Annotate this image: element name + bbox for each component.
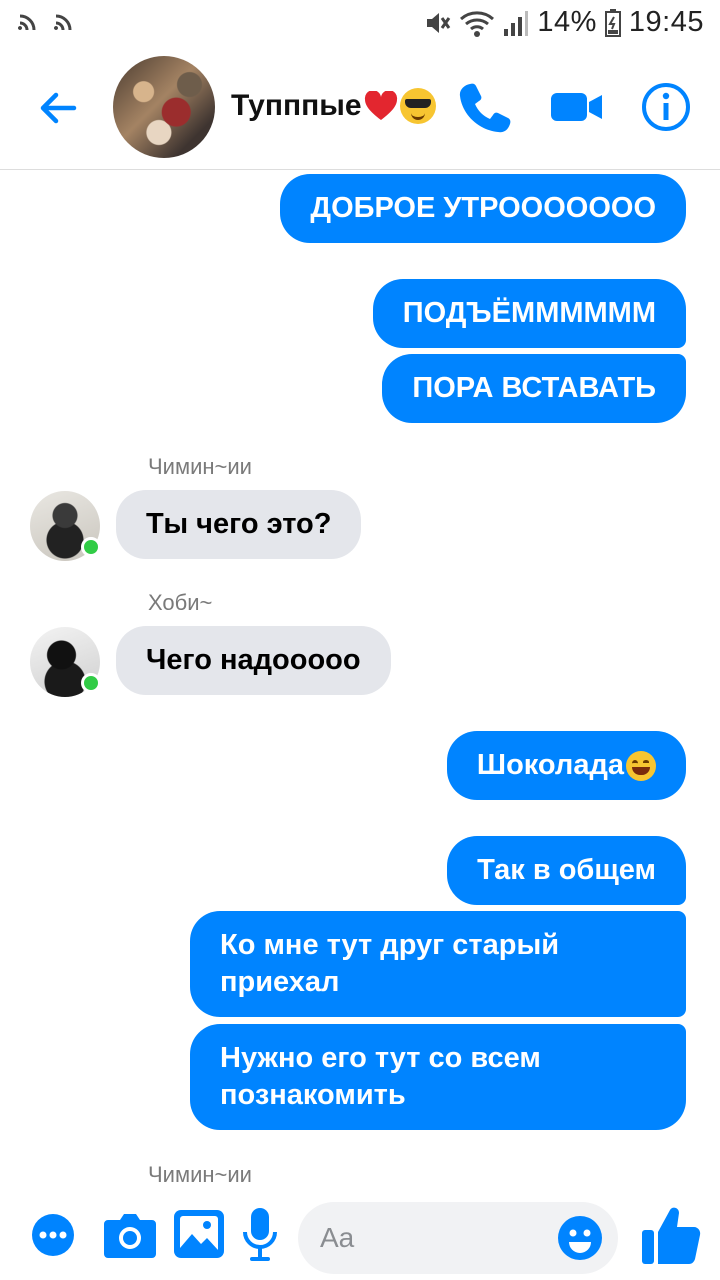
message-outgoing[interactable]: ПОДЪЁММММММ [372, 279, 686, 348]
phone-call-icon[interactable] [456, 78, 514, 136]
mute-icon [427, 12, 451, 33]
chat-title-text: Тупппые [231, 89, 362, 122]
microphone-icon[interactable] [240, 1206, 280, 1264]
camera-icon[interactable] [102, 1210, 158, 1260]
sunglasses-emoji-icon [399, 88, 436, 124]
chat-header: Тупппые [0, 48, 720, 170]
message-text: познакомить [220, 1079, 406, 1111]
clock: 19:45 [628, 6, 704, 38]
gallery-icon[interactable] [172, 1208, 226, 1260]
message-incoming[interactable]: Ты чего это? [116, 490, 362, 559]
message-outgoing[interactable]: ПОРА ВСТАВАТЬ [382, 354, 686, 423]
wifi-icon [460, 10, 495, 37]
message-text: ДОБРОЕ УТРООООООО [310, 192, 656, 224]
message-text: Ты чего это? [146, 508, 332, 540]
thumbs-up-icon[interactable] [640, 1202, 702, 1268]
message-outgoing[interactable]: Нужно его тут со всем познакомить [190, 1024, 686, 1130]
info-icon[interactable] [637, 78, 695, 136]
back-arrow-icon[interactable] [34, 82, 86, 134]
more-options-icon[interactable] [30, 1212, 76, 1258]
video-call-icon[interactable] [548, 78, 606, 136]
message-outgoing[interactable]: Ко мне тут друг старый приехал [190, 911, 686, 1017]
message-text: Нужно его тут со всем [220, 1042, 541, 1074]
message-input[interactable]: Aa [298, 1202, 618, 1274]
chat-title[interactable]: Тупппые [231, 88, 436, 124]
group-avatar[interactable] [113, 56, 215, 158]
online-status-dot [81, 673, 101, 693]
message-input-placeholder: Aa [320, 1222, 355, 1253]
sender-name: Чимин~ии [148, 454, 252, 479]
cast-icon [18, 14, 36, 31]
emoji-picker-icon[interactable] [556, 1214, 604, 1262]
message-outgoing[interactable]: Так в общем [447, 836, 686, 905]
message-text: Ко мне тут друг старый [220, 929, 560, 961]
signal-icon [504, 10, 529, 36]
sender-name: Чимин~ии [148, 1162, 252, 1187]
message-incoming[interactable]: Чего надооооо [116, 626, 391, 695]
laughing-emoji-icon [626, 751, 656, 782]
battery-icon [604, 8, 621, 37]
heart-emoji-icon [364, 91, 397, 120]
message-text: Шоколада [476, 749, 624, 781]
message-outgoing[interactable]: Шоколада [446, 731, 686, 800]
message-text: Чего надооооо [146, 644, 361, 676]
message-text: Так в общем [477, 854, 656, 886]
cast-icon [54, 14, 72, 31]
message-list[interactable]: ДОБРОЕ УТРООООООО ПОДЪЁММММММ ПОРА ВСТАВ… [0, 170, 720, 1190]
message-composer: Aa [0, 1190, 720, 1280]
status-bar: 14% 19:45 [0, 0, 720, 48]
sender-name: Хоби~ [148, 590, 213, 615]
battery-percentage: 14% [537, 6, 597, 38]
online-status-dot [81, 537, 101, 557]
message-text: приехал [220, 966, 340, 998]
message-outgoing[interactable]: ДОБРОЕ УТРООООООО [280, 174, 686, 243]
message-text: ПОДЪЁММММММ [402, 297, 656, 329]
message-text: ПОРА ВСТАВАТЬ [412, 372, 656, 404]
